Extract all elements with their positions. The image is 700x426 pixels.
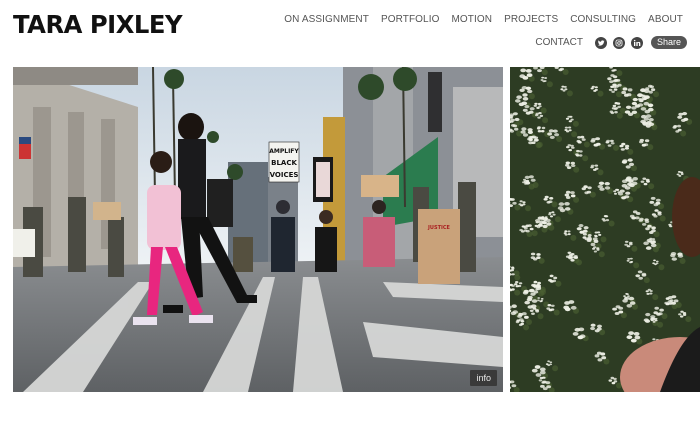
nav-portfolio[interactable]: PORTFOLIO — [381, 14, 440, 25]
nav-motion[interactable]: MOTION — [451, 14, 492, 25]
gallery-photo-main[interactable]: AMPLIFY BLACK VOICES JUSTICE info — [13, 67, 503, 392]
main-nav: ON ASSIGNMENT PORTFOLIO MOTION PROJECTS … — [284, 14, 683, 25]
nav-about[interactable]: ABOUT — [648, 14, 683, 25]
twitter-icon[interactable] — [594, 36, 607, 49]
svg-text:AMPLIFY: AMPLIFY — [269, 148, 299, 155]
linkedin-icon[interactable] — [630, 36, 643, 49]
svg-text:JUSTICE: JUSTICE — [427, 225, 450, 231]
protest-photo: AMPLIFY BLACK VOICES JUSTICE — [13, 67, 503, 392]
share-button[interactable]: Share — [650, 36, 687, 49]
gallery-photo-next[interactable] — [510, 67, 700, 392]
info-button[interactable]: info — [470, 370, 497, 386]
jasmine-photo — [510, 67, 700, 392]
nav-consulting[interactable]: CONSULTING — [570, 14, 636, 25]
site-logo[interactable]: TARA PIXLEY — [13, 10, 183, 40]
nav-projects[interactable]: PROJECTS — [504, 14, 558, 25]
secondary-nav: CONTACT Share — [535, 36, 687, 49]
svg-text:BLACK: BLACK — [271, 159, 297, 167]
svg-text:VOICES: VOICES — [270, 171, 299, 179]
nav-on-assignment[interactable]: ON ASSIGNMENT — [284, 14, 369, 25]
instagram-icon[interactable] — [612, 36, 625, 49]
nav-contact[interactable]: CONTACT — [535, 37, 583, 48]
